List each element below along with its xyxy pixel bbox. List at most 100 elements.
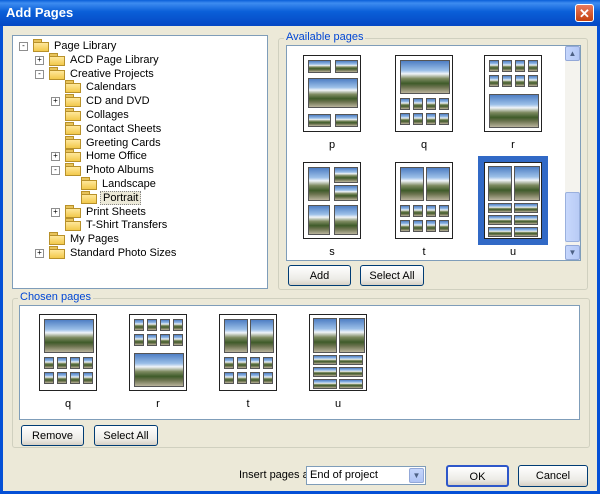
photo-placeholder xyxy=(439,220,449,232)
available-scrollbar[interactable]: ▲ ▼ xyxy=(565,46,580,260)
photo-placeholder xyxy=(400,220,410,232)
cancel-button[interactable]: Cancel xyxy=(518,465,588,487)
tree-item[interactable]: Page Library xyxy=(33,39,118,53)
expand-icon[interactable]: + xyxy=(51,152,60,162)
tree-item[interactable]: Photo Albums xyxy=(65,163,156,177)
page-thumbnail[interactable] xyxy=(484,55,542,132)
scroll-thumb[interactable] xyxy=(565,192,580,242)
tree-item[interactable]: Standard Photo Sizes xyxy=(49,246,178,260)
photo-placeholder xyxy=(308,78,358,108)
photo-placeholder xyxy=(439,113,449,125)
tree-item[interactable]: Contact Sheets xyxy=(65,121,163,136)
tree-item[interactable]: My Pages xyxy=(49,232,121,246)
tree-item[interactable]: Greeting Cards xyxy=(65,135,163,150)
page-thumbnail[interactable] xyxy=(478,156,548,245)
tree-item[interactable]: Home Office xyxy=(65,149,149,163)
photo-placeholder xyxy=(83,372,93,384)
photo-placeholder xyxy=(44,372,54,384)
chosen-select-all-button[interactable]: Select All xyxy=(94,425,158,446)
collapse-icon[interactable]: - xyxy=(35,69,44,79)
folder-icon xyxy=(49,52,65,66)
photo-placeholder xyxy=(250,357,260,369)
photo-placeholder xyxy=(250,372,260,384)
page-thumbnail[interactable] xyxy=(303,55,361,132)
tree-item-label: ACD Page Library xyxy=(70,53,159,66)
tree-item-label: My Pages xyxy=(70,233,119,246)
collapse-icon[interactable]: - xyxy=(51,166,60,176)
page-thumbnail-caption: u xyxy=(334,398,342,410)
photo-placeholder xyxy=(489,94,539,128)
library-tree[interactable]: - Page Library + ACD Page Library - Creative … xyxy=(12,35,268,289)
page-thumbnail[interactable] xyxy=(303,162,361,239)
photo-placeholder xyxy=(514,166,540,201)
tree-item[interactable]: Creative Projects xyxy=(49,66,156,81)
photo-placeholder xyxy=(339,379,363,389)
photo-placeholder xyxy=(339,367,363,377)
title-bar xyxy=(0,0,600,26)
photo-placeholder xyxy=(334,167,358,183)
tree-item-label: Page Library xyxy=(54,40,117,52)
tree-item-label: Calendars xyxy=(86,81,137,94)
page-thumbnail[interactable] xyxy=(309,314,367,391)
tree-item[interactable]: T-Shirt Transfers xyxy=(65,218,169,232)
folder-icon xyxy=(33,39,49,52)
tree-item[interactable]: Calendars xyxy=(65,80,138,94)
photo-placeholder xyxy=(313,355,337,365)
photo-placeholder xyxy=(224,357,234,369)
photo-placeholder xyxy=(488,166,512,201)
photo-placeholder xyxy=(489,60,499,72)
chosen-pages-list[interactable]: qrtu xyxy=(19,305,580,420)
ok-button[interactable]: OK xyxy=(446,465,509,487)
add-button[interactable]: Add xyxy=(288,265,351,286)
expand-icon[interactable]: + xyxy=(35,249,44,258)
available-select-all-button[interactable]: Select All xyxy=(360,265,424,286)
page-thumbnail[interactable] xyxy=(395,162,453,239)
photo-placeholder xyxy=(413,113,423,125)
folder-icon xyxy=(49,232,65,246)
chosen-pages-label: Chosen pages xyxy=(18,291,93,303)
tree-item[interactable]: Portrait xyxy=(81,190,142,205)
scroll-up-arrow-icon[interactable]: ▲ xyxy=(565,46,580,61)
expand-icon[interactable]: + xyxy=(35,55,44,65)
close-button[interactable]: ✕ xyxy=(575,4,594,22)
folder-icon xyxy=(65,163,81,177)
insert-position-value: End of project xyxy=(310,469,378,481)
photo-placeholder xyxy=(134,319,144,331)
insert-position-select[interactable]: End of project ▼ xyxy=(306,466,426,485)
tree-item[interactable]: ACD Page Library xyxy=(49,52,161,67)
tree-item[interactable]: CD and DVD xyxy=(65,94,152,108)
photo-placeholder xyxy=(250,319,274,353)
collapse-icon[interactable]: - xyxy=(19,42,28,51)
photo-placeholder xyxy=(173,319,183,331)
photo-placeholder xyxy=(400,205,410,217)
expand-icon[interactable]: + xyxy=(51,97,60,107)
photo-placeholder xyxy=(400,98,410,110)
available-pages-list[interactable]: p q r s t u xyxy=(286,45,581,261)
photo-placeholder xyxy=(400,60,450,94)
page-thumbnail[interactable] xyxy=(39,314,97,391)
tree-item[interactable]: Print Sheets xyxy=(65,204,148,219)
page-thumbnail[interactable] xyxy=(395,55,453,132)
photo-placeholder xyxy=(263,357,273,369)
photo-placeholder xyxy=(488,203,512,213)
scroll-down-arrow-icon[interactable]: ▼ xyxy=(565,245,580,260)
photo-placeholder xyxy=(160,334,170,346)
tree-item[interactable]: Landscape xyxy=(81,177,158,191)
chevron-down-icon[interactable]: ▼ xyxy=(409,468,424,483)
page-thumbnail[interactable] xyxy=(219,314,277,391)
photo-placeholder xyxy=(173,334,183,346)
tree-item-label: Print Sheets xyxy=(86,205,146,218)
photo-placeholder xyxy=(134,334,144,346)
page-thumbnail[interactable] xyxy=(129,314,187,391)
photo-placeholder xyxy=(334,205,358,235)
remove-button[interactable]: Remove xyxy=(21,425,84,446)
window-title: Add Pages xyxy=(6,5,74,20)
photo-placeholder xyxy=(439,98,449,110)
tree-item[interactable]: Collages xyxy=(65,108,131,122)
photo-placeholder xyxy=(313,318,337,353)
photo-placeholder xyxy=(514,215,538,225)
expand-icon[interactable]: + xyxy=(51,207,60,217)
photo-placeholder xyxy=(147,319,157,331)
page-thumbnail-caption: r xyxy=(156,398,160,410)
photo-placeholder xyxy=(339,318,365,353)
